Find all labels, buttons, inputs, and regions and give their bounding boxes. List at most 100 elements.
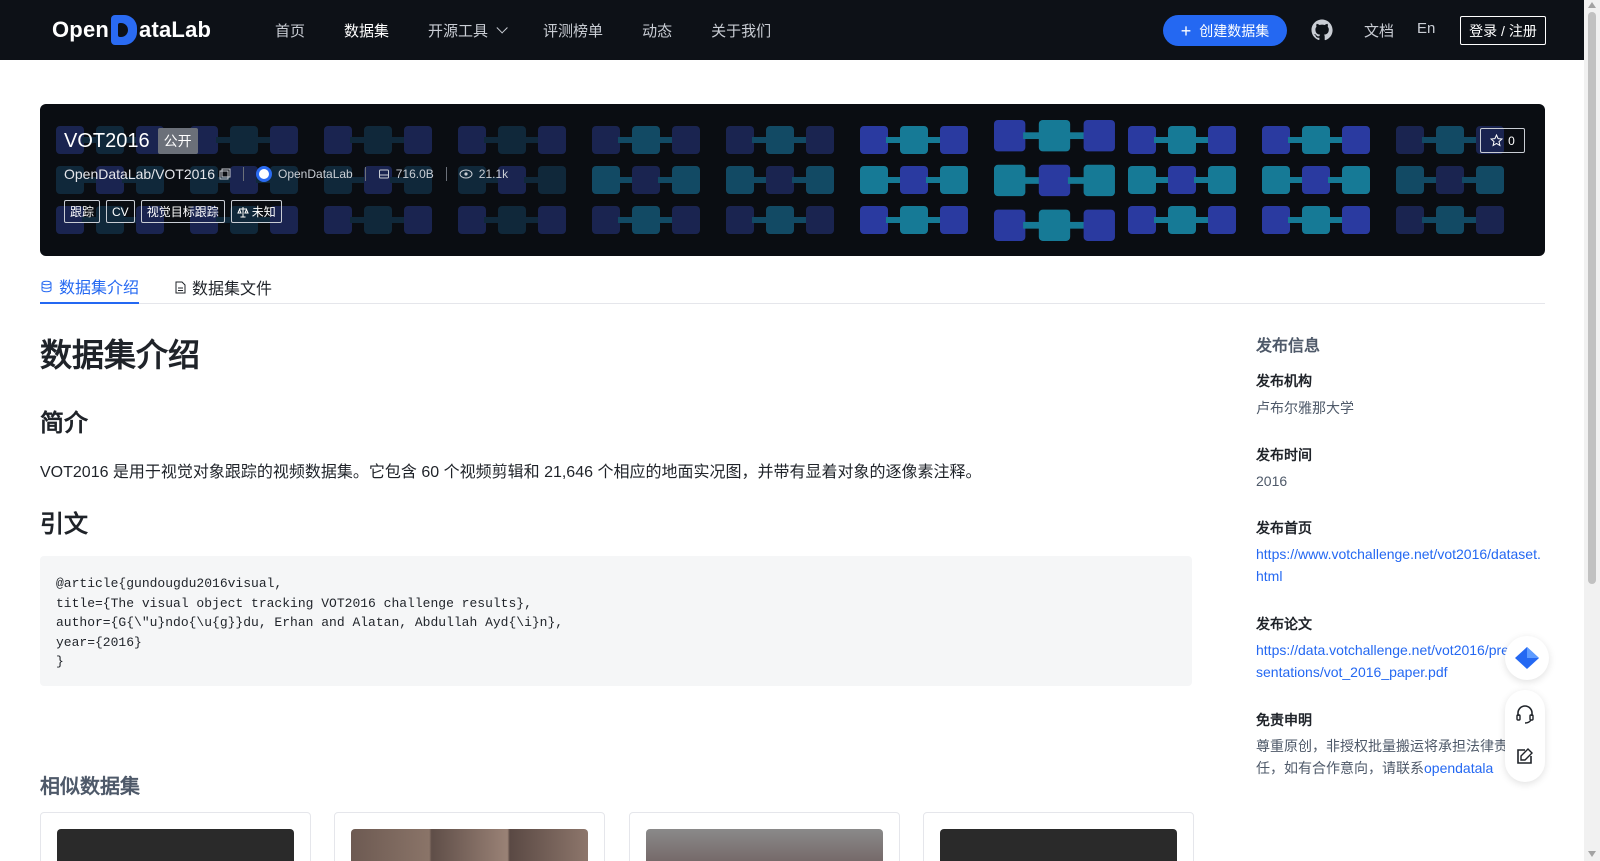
citation-code: @article{gundougdu2016visual, title={The… bbox=[40, 556, 1192, 686]
star-icon bbox=[1490, 134, 1504, 147]
nav-news[interactable]: 动态 bbox=[642, 20, 672, 41]
org-label: 发布机构 bbox=[1256, 373, 1312, 389]
card-thumbnail bbox=[940, 829, 1177, 861]
similar-card[interactable] bbox=[334, 812, 605, 861]
org-link[interactable]: OpenDataLab bbox=[256, 166, 353, 182]
pattern-tile bbox=[592, 206, 620, 234]
pattern-tile bbox=[632, 206, 660, 234]
pattern-link bbox=[350, 137, 366, 143]
scale-icon bbox=[236, 206, 249, 217]
pattern-tile bbox=[1262, 126, 1290, 154]
similar-card[interactable] bbox=[923, 812, 1194, 861]
pattern-link bbox=[1023, 177, 1042, 184]
pattern-tile bbox=[806, 166, 834, 194]
pattern-tile bbox=[230, 126, 258, 154]
disclaimer-label: 免责申明 bbox=[1256, 712, 1312, 728]
homepage-link[interactable]: https://www.votchallenge.net/vot2016/dat… bbox=[1256, 543, 1546, 587]
scroll-up-icon[interactable] bbox=[1588, 2, 1596, 8]
pattern-tile bbox=[860, 166, 888, 194]
floating-logo-button[interactable] bbox=[1505, 636, 1549, 680]
similar-card[interactable] bbox=[629, 812, 900, 861]
pattern-tile bbox=[1342, 126, 1370, 154]
tab-files[interactable]: 数据集文件 bbox=[174, 270, 272, 304]
tab-intro[interactable]: 数据集介绍 bbox=[40, 270, 140, 304]
pattern-link bbox=[1328, 137, 1344, 143]
pattern-link bbox=[1288, 177, 1304, 183]
pattern-tile bbox=[1128, 206, 1156, 234]
pattern-link bbox=[926, 217, 942, 223]
dataset-size: 716.0B bbox=[378, 167, 434, 181]
pattern-tile bbox=[726, 126, 754, 154]
pattern-tile bbox=[1038, 164, 1071, 197]
nav-tools[interactable]: 开源工具 bbox=[428, 20, 508, 41]
paper-link[interactable]: https://data.votchallenge.net/vot2016/pr… bbox=[1256, 639, 1512, 683]
pattern-link bbox=[752, 217, 768, 223]
pattern-link bbox=[1462, 177, 1478, 183]
pattern-tile bbox=[672, 126, 700, 154]
pattern-link bbox=[1154, 137, 1170, 143]
tag-tracking[interactable]: 跟踪 bbox=[64, 200, 101, 223]
pattern-link bbox=[1194, 177, 1210, 183]
pattern-tile bbox=[538, 166, 566, 194]
headset-icon[interactable] bbox=[1515, 704, 1535, 724]
site-logo[interactable]: Open ataLab bbox=[52, 14, 211, 46]
pattern-tile bbox=[324, 126, 352, 154]
nav-about[interactable]: 关于我们 bbox=[711, 20, 771, 41]
pattern-link bbox=[1154, 177, 1170, 183]
pattern-tile bbox=[940, 126, 968, 154]
feedback-icon[interactable] bbox=[1515, 746, 1535, 766]
pattern-link bbox=[216, 137, 232, 143]
pattern-tile bbox=[994, 120, 1026, 152]
dataset-views-value: 21.1k bbox=[478, 167, 509, 181]
pattern-link bbox=[926, 177, 942, 183]
pattern-tile bbox=[1168, 126, 1196, 154]
page-scrollbar[interactable] bbox=[1584, 0, 1600, 861]
database-icon bbox=[41, 280, 52, 292]
pattern-tile bbox=[1476, 206, 1504, 234]
pattern-link bbox=[1023, 132, 1042, 140]
copy-icon[interactable] bbox=[219, 168, 231, 180]
pattern-tile bbox=[994, 164, 1026, 197]
pattern-tile bbox=[1208, 206, 1236, 234]
star-button[interactable]: 0 bbox=[1480, 128, 1525, 153]
scroll-down-icon[interactable] bbox=[1588, 851, 1596, 857]
pattern-tile bbox=[806, 126, 834, 154]
nav-leaderboard[interactable]: 评测榜单 bbox=[543, 20, 603, 41]
pattern-link bbox=[390, 217, 406, 223]
nav-home[interactable]: 首页 bbox=[275, 20, 305, 41]
pattern-link bbox=[256, 137, 272, 143]
disk-icon bbox=[378, 169, 389, 179]
dataset-views: 21.1k bbox=[459, 167, 508, 181]
tag-cv[interactable]: CV bbox=[106, 200, 135, 223]
pattern-link bbox=[658, 177, 674, 183]
login-button[interactable]: 登录 / 注册 bbox=[1460, 16, 1546, 45]
scroll-thumb[interactable] bbox=[1588, 12, 1596, 584]
pattern-tile bbox=[632, 126, 660, 154]
pattern-link bbox=[1154, 217, 1170, 223]
pattern-link bbox=[792, 137, 808, 143]
brand-diamond-icon bbox=[1515, 647, 1539, 669]
pattern-link bbox=[1328, 217, 1344, 223]
create-dataset-button[interactable]: + 创建数据集 bbox=[1163, 15, 1287, 46]
license-tag[interactable]: 未知 bbox=[230, 200, 282, 223]
org-avatar bbox=[256, 166, 272, 182]
github-icon[interactable] bbox=[1310, 18, 1334, 42]
summary-text: VOT2016 是用于视觉对象跟踪的视频数据集。它包含 60 个视频剪辑和 21… bbox=[40, 464, 982, 481]
nav-datasets[interactable]: 数据集 bbox=[344, 20, 389, 41]
dataset-tabs: 数据集介绍 数据集文件 bbox=[40, 264, 1545, 304]
similar-card[interactable] bbox=[40, 812, 311, 861]
tag-visual-tracking[interactable]: 视觉目标跟踪 bbox=[140, 200, 225, 223]
summary-heading: 简介 bbox=[40, 410, 88, 437]
dataset-tags: 跟踪 CV 视觉目标跟踪 未知 bbox=[64, 200, 282, 223]
nav-docs[interactable]: 文档 bbox=[1364, 20, 1394, 41]
pattern-link bbox=[1288, 217, 1304, 223]
pattern-link bbox=[1194, 137, 1210, 143]
pattern-tile bbox=[632, 166, 660, 194]
pattern-tile bbox=[1342, 206, 1370, 234]
pattern-link bbox=[524, 177, 540, 183]
pattern-link bbox=[350, 217, 366, 223]
language-switch[interactable]: En bbox=[1417, 20, 1435, 37]
citation-heading: 引文 bbox=[40, 511, 88, 538]
pattern-tile bbox=[1436, 166, 1464, 194]
pattern-link bbox=[1194, 217, 1210, 223]
